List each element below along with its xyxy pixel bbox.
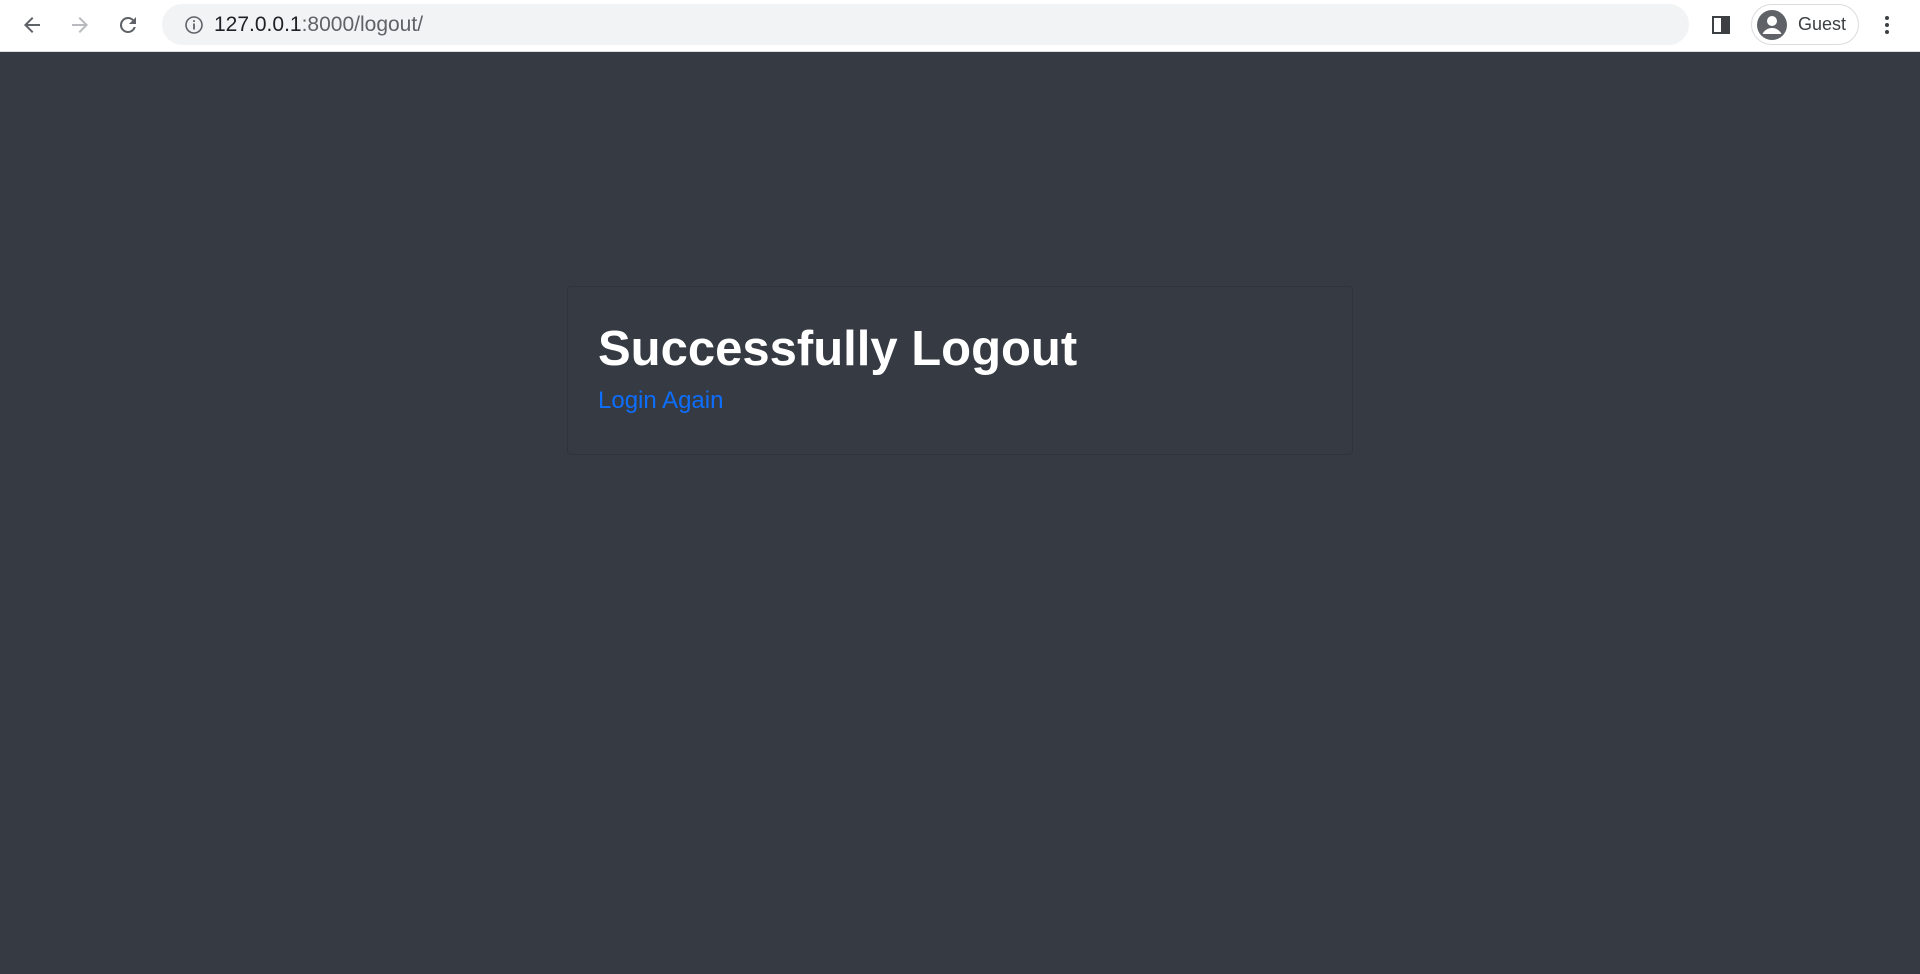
page-title: Successfully Logout [598,322,1078,376]
arrow-left-icon [24,17,40,33]
profile-button[interactable]: Guest [1751,4,1859,45]
side-panel-icon [1712,16,1730,34]
back-button[interactable] [13,6,51,44]
side-panel-button[interactable] [1702,6,1740,44]
address-bar[interactable]: 127.0.0.1:8000/logout/ [162,4,1689,45]
url-path: :8000/logout/ [301,12,424,36]
login-again-link[interactable]: Login Again [598,387,723,415]
reload-button[interactable] [109,6,147,44]
avatar [1756,9,1788,41]
account-circle-icon [1757,9,1787,40]
profile-label: Guest [1798,14,1847,34]
info-icon[interactable] [174,4,214,45]
browser-menu-button[interactable] [1868,6,1906,44]
url-text[interactable]: 127.0.0.1:8000/logout/ [214,13,423,37]
page-content: Successfully Logout Login Again [0,53,1920,974]
url-host: 127.0.0.1 [214,12,302,36]
logout-card: Successfully Logout Login Again [567,286,1353,455]
forward-button[interactable] [61,6,99,44]
more-vertical-icon [1885,16,1889,34]
browser-toolbar: 127.0.0.1:8000/logout/ Guest [0,0,1920,52]
reload-icon [119,16,136,33]
arrow-right-icon [72,17,88,33]
